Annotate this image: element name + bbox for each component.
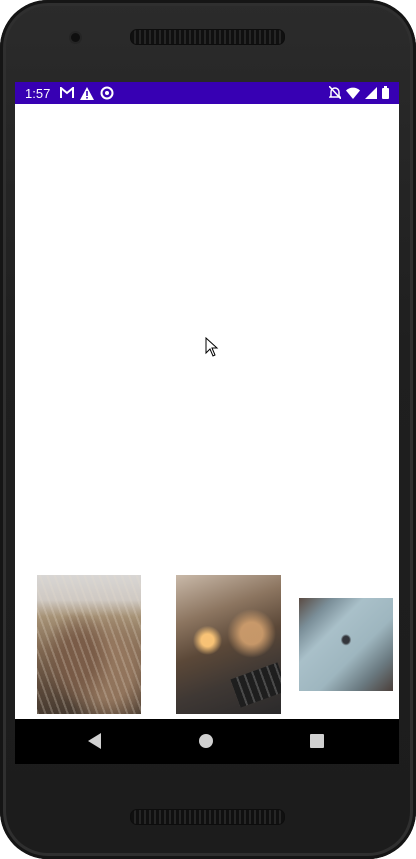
gallery-item-field-photo[interactable] (37, 575, 141, 714)
sync-icon (100, 86, 114, 100)
bottom-speaker (130, 809, 285, 825)
status-time: 1:57 (25, 85, 51, 101)
warning-icon (80, 86, 95, 100)
keyboard-detail (230, 662, 281, 708)
app-content (15, 104, 399, 719)
navigation-bar (15, 719, 399, 764)
signal-icon (365, 86, 377, 102)
back-icon (88, 733, 101, 749)
mouse-cursor-icon (205, 336, 219, 362)
wifi-icon (346, 87, 360, 102)
status-bar: 1:57 (15, 82, 399, 104)
recents-button[interactable] (307, 731, 327, 751)
notifications-off-icon (328, 85, 342, 102)
gallery-item-desk-photo[interactable] (176, 575, 281, 714)
home-icon (199, 734, 213, 748)
screen: 1:57 (15, 82, 399, 764)
home-button[interactable] (196, 731, 216, 751)
gallery-item-laptop-photo[interactable] (299, 598, 393, 691)
battery-icon (382, 86, 389, 102)
back-button[interactable] (85, 731, 105, 751)
gmail-icon (60, 86, 75, 100)
front-camera (71, 33, 80, 42)
top-speaker (130, 29, 285, 45)
recents-icon (310, 734, 324, 748)
phone-frame: 1:57 (0, 0, 416, 859)
